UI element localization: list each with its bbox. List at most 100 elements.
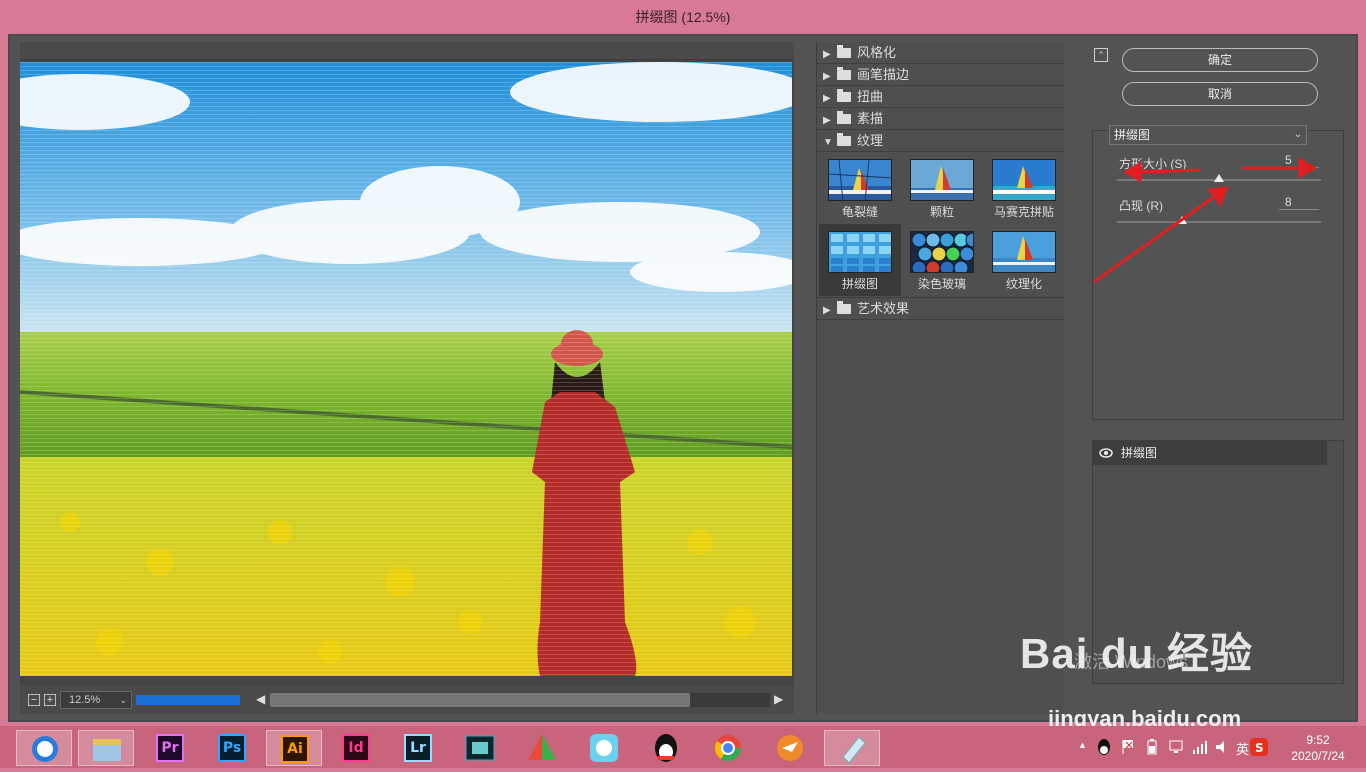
thumbnail-label: 纹理化 (1005, 277, 1042, 291)
premiere-label: Pr (156, 734, 184, 762)
thumbnail-image (828, 231, 892, 273)
baidu-logo-watermark: Bai du 经验 (1020, 630, 1254, 677)
category-sketch[interactable]: ▶ 素描 (817, 108, 1064, 130)
thumbnail-label: 颗粒 (929, 205, 954, 219)
taskbar-notes-icon[interactable] (824, 730, 880, 766)
filter-thumb-grain[interactable]: 颗粒 (901, 152, 983, 224)
taskbar-explorer-icon[interactable] (78, 730, 134, 766)
taskbar-photoshop-icon[interactable]: Ps (204, 730, 260, 766)
filter-thumb-patchwork[interactable]: 拼缀图 (819, 224, 901, 296)
layer-item[interactable]: 拼缀图 (1093, 441, 1327, 465)
triangle-right-icon: ▶ (823, 71, 831, 82)
window-title: 拼缀图 (12.5%) (0, 0, 1366, 34)
svg-text:S: S (1255, 741, 1264, 755)
filter-thumb-stained-glass[interactable]: 染色玻璃 (901, 224, 983, 296)
triangle-down-icon: ▼ (823, 137, 833, 148)
folder-icon (837, 45, 851, 58)
scroll-thumb[interactable] (270, 693, 690, 707)
zoom-value: 12.5% (69, 694, 101, 706)
filter-thumb-texturizer[interactable]: 纹理化 (983, 224, 1065, 296)
taskbar-indesign-icon[interactable]: Id (328, 730, 384, 766)
category-label: 纹理 (857, 133, 884, 148)
preview-image[interactable] (20, 62, 792, 676)
thumbnail-label: 拼缀图 (841, 277, 878, 291)
thumbnail-image (992, 159, 1056, 201)
taskbar-browser-icon[interactable] (16, 730, 72, 766)
category-label: 素描 (857, 111, 884, 126)
texture-thumbnails: 龟裂缝 颗粒 马赛克拼贴 拼缀图 染色玻璃 纹理化 (817, 152, 1064, 298)
indesign-label: Id (342, 734, 370, 762)
category-artistic[interactable]: ▶ 艺术效果 (817, 298, 1064, 320)
category-stylize[interactable]: ▶ 风格化 (817, 42, 1064, 64)
taskbar-chrome-icon[interactable] (700, 730, 756, 766)
filter-select-value: 拼缀图 (1114, 128, 1151, 142)
folder-icon (837, 111, 851, 124)
taskbar: Pr Ps Ai Id Lr ▲ 英 S 9:52 2020/7/24 (0, 726, 1366, 768)
taskbar-lightroom-icon[interactable]: Lr (390, 730, 446, 766)
chevron-down-icon: ⌄ (119, 695, 127, 705)
folder-icon (837, 89, 851, 102)
clock-time: 9:52 (1306, 733, 1330, 747)
taskbar-video-icon[interactable] (452, 730, 508, 766)
category-label: 扭曲 (857, 89, 884, 104)
thumbnail-label: 染色玻璃 (917, 277, 966, 291)
settings-panel: ⌃ 确定 取消 拼缀图 ⌄ 方形大小 (S) 5 凸现 (R) 8 拼缀图 (1082, 42, 1354, 714)
taskbar-app-icon[interactable] (514, 730, 570, 766)
zoom-select[interactable]: 12.5% ⌄ (60, 691, 132, 709)
category-label: 艺术效果 (857, 301, 910, 316)
qq-tray-icon[interactable] (1096, 738, 1112, 756)
zoom-in-button[interactable]: + (44, 694, 56, 706)
folder-icon (837, 301, 851, 314)
taskbar-illustrator-icon[interactable]: Ai (266, 730, 322, 766)
triangle-right-icon: ▶ (823, 115, 831, 126)
collapse-gallery-icon[interactable]: ⌃ (1094, 48, 1108, 62)
thumbnail-image (992, 231, 1056, 273)
filter-thumb-craquelure[interactable]: 龟裂缝 (819, 152, 901, 224)
filter-category-list: ▶ 风格化 ▶ 画笔描边 ▶ 扭曲 ▶ 素描 ▼ 纹理 龟裂缝 颗粒 马赛克拼贴 拼缀图 (816, 42, 1064, 714)
category-label: 风格化 (857, 45, 897, 60)
triangle-right-icon: ▶ (823, 49, 831, 60)
signal-icon[interactable] (1192, 738, 1208, 756)
preview-top-bar (20, 42, 794, 60)
filter-gallery-dialog: − + 12.5% ⌄ ◀ ▶ ▶ 风格化 ▶ 画笔描边 ▶ 扭曲 ▶ 素描 ▼ 纹理 龟… (8, 34, 1358, 722)
category-texture[interactable]: ▼ 纹理 (817, 130, 1064, 152)
filter-thumb-mosaic-tiles[interactable]: 马赛克拼贴 (983, 152, 1065, 224)
volume-icon[interactable] (1214, 738, 1230, 756)
triangle-right-icon: ▶ (823, 93, 831, 104)
illustrator-label: Ai (281, 735, 309, 763)
folder-open-icon (837, 133, 851, 146)
preview-panel: − + 12.5% ⌄ ◀ ▶ (20, 42, 794, 714)
annotation-arrows (1093, 157, 1318, 284)
scroll-right-icon[interactable]: ▶ (774, 692, 783, 706)
lightroom-label: Lr (404, 734, 432, 762)
thumbnail-image (910, 159, 974, 201)
thumbnail-image (910, 231, 974, 273)
category-brush-strokes[interactable]: ▶ 画笔描边 (817, 64, 1064, 86)
system-tray: ▲ 英 (1074, 726, 1264, 768)
render-progress-bar (136, 695, 240, 705)
sogou-icon[interactable]: S (1250, 738, 1268, 756)
taskbar-chat-icon[interactable] (576, 730, 632, 766)
scroll-left-icon[interactable]: ◀ (256, 692, 265, 706)
tray-expand-icon[interactable]: ▲ (1078, 740, 1087, 750)
category-distort[interactable]: ▶ 扭曲 (817, 86, 1064, 108)
landscape-photo (20, 62, 792, 676)
thumbnail-label: 马赛克拼贴 (993, 205, 1054, 219)
layer-name: 拼缀图 (1121, 446, 1158, 460)
cancel-button[interactable]: 取消 (1122, 82, 1318, 106)
taskbar-qq-icon[interactable] (638, 730, 694, 766)
horizontal-scrollbar[interactable]: ◀ ▶ (256, 692, 786, 708)
taskbar-thunder-icon[interactable] (762, 730, 818, 766)
flag-icon[interactable] (1120, 738, 1136, 756)
zoom-out-button[interactable]: − (28, 694, 40, 706)
eye-icon[interactable] (1099, 447, 1113, 459)
photoshop-label: Ps (218, 734, 246, 762)
folder-icon (837, 67, 851, 80)
clock-date: 2020/7/24 (1291, 749, 1345, 763)
battery-icon[interactable] (1144, 738, 1160, 756)
clock[interactable]: 9:52 2020/7/24 (1278, 732, 1358, 764)
display-icon[interactable] (1168, 738, 1184, 756)
ime-indicator[interactable]: 英 (1236, 739, 1249, 758)
taskbar-premiere-icon[interactable]: Pr (142, 730, 198, 766)
ok-button[interactable]: 确定 (1122, 48, 1318, 72)
